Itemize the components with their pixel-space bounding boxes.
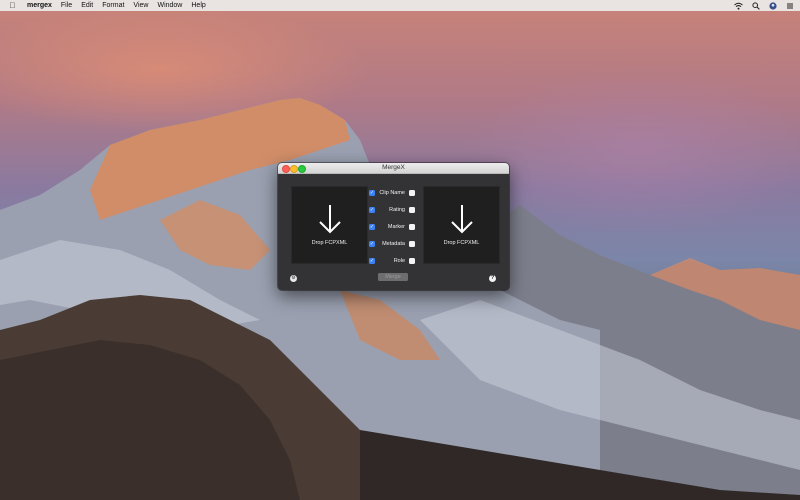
left-checkbox-rating[interactable]: ✓: [369, 206, 375, 213]
status-icons: [734, 0, 794, 11]
menu-edit[interactable]: Edit: [81, 2, 93, 9]
window-titlebar[interactable]: MergeX: [278, 163, 509, 174]
option-clip-name: ✓ Clip Name: [369, 184, 417, 201]
option-label: Rating: [389, 206, 405, 213]
user-icon[interactable]: [768, 1, 777, 10]
left-checkbox-marker[interactable]: ✓: [369, 223, 375, 230]
merge-options: ✓ Clip Name ✓ Rating ✓ Marker ✓ Metadata…: [369, 184, 417, 269]
menu-help[interactable]: Help: [191, 2, 205, 9]
option-marker: ✓ Marker: [369, 218, 417, 235]
left-drop-zone[interactable]: Drop FCPXML: [291, 186, 368, 264]
option-label: Metadata: [382, 240, 405, 247]
menu-app-name[interactable]: mergex: [27, 2, 52, 9]
left-checkbox-clip-name[interactable]: ✓: [369, 189, 375, 196]
merge-button[interactable]: Merge: [378, 273, 408, 281]
right-checkbox-marker[interactable]: [409, 223, 415, 230]
right-drop-label: Drop FCPXML: [443, 240, 480, 246]
apple-logo-icon[interactable]: : [8, 1, 17, 10]
gear-icon: ⚙: [291, 275, 296, 281]
list-icon[interactable]: [785, 1, 794, 10]
menu-bar:  mergex File Edit Format View Window He…: [0, 0, 800, 11]
wifi-icon[interactable]: [734, 1, 743, 10]
right-checkbox-metadata[interactable]: [409, 240, 415, 247]
option-label: Clip Name: [379, 189, 405, 196]
right-checkbox-rating[interactable]: [409, 206, 415, 213]
help-button[interactable]: ?: [489, 275, 496, 282]
left-checkbox-role[interactable]: ✓: [369, 257, 375, 264]
option-label: Marker: [387, 223, 405, 230]
left-checkbox-metadata[interactable]: ✓: [369, 240, 375, 247]
search-icon[interactable]: [751, 1, 760, 10]
menu-file[interactable]: File: [61, 2, 72, 9]
window-title: MergeX: [382, 164, 405, 171]
option-label: Role: [393, 257, 405, 264]
mergex-window: MergeX Drop FCPXML ✓ Clip Name ✓ Rating …: [278, 163, 509, 290]
option-rating: ✓ Rating: [369, 201, 417, 218]
menu-view[interactable]: View: [133, 2, 148, 9]
right-drop-zone[interactable]: Drop FCPXML: [423, 186, 500, 264]
menu-format[interactable]: Format: [102, 2, 124, 9]
right-checkbox-clip-name[interactable]: [409, 189, 415, 196]
settings-button[interactable]: ⚙: [290, 275, 297, 282]
menu-window[interactable]: Window: [157, 2, 182, 9]
right-checkbox-role[interactable]: [409, 257, 415, 264]
option-role: ✓ Role: [369, 252, 417, 269]
down-arrow-icon: [450, 205, 473, 234]
left-drop-label: Drop FCPXML: [311, 240, 348, 246]
option-metadata: ✓ Metadata: [369, 235, 417, 252]
down-arrow-icon: [318, 205, 341, 234]
